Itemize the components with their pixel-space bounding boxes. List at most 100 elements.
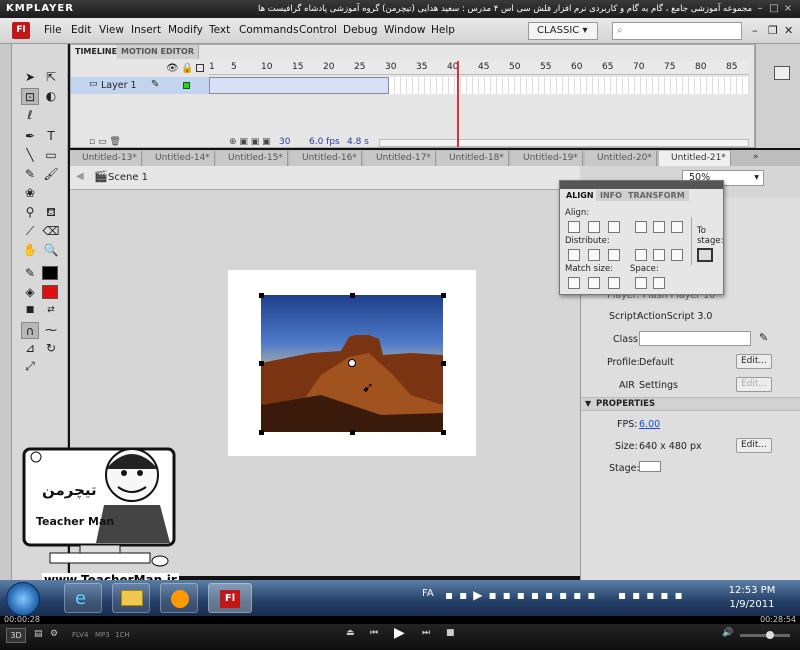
- layer-tween-frames[interactable]: [209, 77, 389, 94]
- transform-handle[interactable]: [259, 293, 264, 298]
- timeline-scrollbar[interactable]: [379, 139, 749, 147]
- 3d-button[interactable]: 3D: [6, 628, 26, 643]
- size-edit-button[interactable]: Edit...: [736, 438, 772, 453]
- fps-value[interactable]: 6.00: [639, 419, 660, 430]
- transform-handle[interactable]: [441, 361, 446, 366]
- volume-slider[interactable]: [740, 631, 790, 639]
- eject-icon[interactable]: ⏏: [346, 628, 355, 638]
- rectangle-tool-icon[interactable]: ▭: [42, 147, 60, 164]
- brush-tool-icon[interactable]: 🖌: [42, 166, 60, 183]
- doc-tab[interactable]: Untitled-15*: [216, 151, 288, 166]
- align-panel-titlebar[interactable]: [560, 181, 723, 189]
- align-bottom-icon[interactable]: [671, 221, 683, 233]
- menu-text[interactable]: Text: [209, 24, 230, 36]
- snap-to-objects-icon[interactable]: ∩: [21, 322, 39, 339]
- align-v-center-icon[interactable]: [653, 221, 665, 233]
- ie-icon[interactable]: e: [64, 583, 102, 613]
- doc-tab[interactable]: Untitled-13*: [70, 151, 142, 166]
- air-edit-button[interactable]: Edit...: [736, 377, 772, 392]
- volume-knob[interactable]: [766, 631, 774, 639]
- transform-handle[interactable]: [259, 430, 264, 435]
- library-icon[interactable]: [774, 66, 790, 80]
- tab-info[interactable]: INFO: [596, 190, 626, 201]
- match-height-icon[interactable]: [588, 277, 600, 289]
- stop-icon[interactable]: ■: [446, 628, 455, 638]
- new-layer-icon[interactable]: ▫ ▭ 🗑: [89, 137, 121, 147]
- outline-all-icon[interactable]: [196, 64, 204, 72]
- paint-bucket-tool-icon[interactable]: ⛾: [42, 204, 60, 221]
- eyedropper-tool-icon[interactable]: ⟋: [21, 223, 39, 240]
- playlist-icon[interactable]: ▤: [34, 629, 43, 639]
- maximize-icon[interactable]: □: [768, 3, 780, 15]
- transformation-point[interactable]: [348, 359, 356, 367]
- doc-tab[interactable]: Untitled-18*: [437, 151, 509, 166]
- tab-transform[interactable]: TRANSFORM: [624, 190, 689, 201]
- stage-color-swatch[interactable]: [639, 461, 661, 472]
- menu-debug[interactable]: Debug: [343, 24, 378, 36]
- transform-handle[interactable]: [441, 430, 446, 435]
- explorer-icon[interactable]: [112, 583, 150, 613]
- hand-tool-icon[interactable]: ✋: [21, 242, 39, 259]
- pencil-icon[interactable]: ✎: [759, 331, 768, 344]
- minimize-icon[interactable]: –: [752, 24, 758, 37]
- menu-insert[interactable]: Insert: [131, 24, 161, 36]
- line-tool-icon[interactable]: ╲: [21, 147, 39, 164]
- menu-commands[interactable]: Commands: [239, 24, 298, 36]
- restore-icon[interactable]: ❐: [768, 24, 778, 37]
- media-player-icon[interactable]: [160, 583, 198, 613]
- match-width-height-icon[interactable]: [608, 277, 620, 289]
- close-icon[interactable]: ✕: [784, 24, 793, 37]
- profile-edit-button[interactable]: Edit...: [736, 354, 772, 369]
- lasso-tool-icon[interactable]: ℓ: [21, 107, 39, 124]
- distribute-v-center-icon[interactable]: [588, 249, 600, 261]
- layer-row[interactable]: ▭ Layer 1 ✎: [71, 77, 209, 94]
- space-evenly-h-icon[interactable]: [653, 277, 665, 289]
- zoom-tool-icon[interactable]: 🔍: [42, 242, 60, 259]
- transform-handle[interactable]: [350, 293, 355, 298]
- stroke-color-icon[interactable]: ✎: [21, 265, 39, 282]
- align-h-center-icon[interactable]: [588, 221, 600, 233]
- tab-align[interactable]: ALIGN: [562, 190, 598, 201]
- doc-tab[interactable]: Untitled-14*: [143, 151, 215, 166]
- fill-color-icon[interactable]: ◈: [21, 284, 39, 301]
- distribute-h-center-icon[interactable]: [653, 249, 665, 261]
- search-input[interactable]: ⌕: [612, 22, 742, 40]
- pencil-tool-icon[interactable]: ✎: [21, 166, 39, 183]
- properties-section-header[interactable]: ▼ PROPERTIES: [581, 397, 800, 411]
- workspace-switcher[interactable]: CLASSIC ▾: [528, 22, 598, 40]
- space-evenly-v-icon[interactable]: [635, 277, 647, 289]
- transform-handle[interactable]: [259, 361, 264, 366]
- deco-tool-icon[interactable]: ❀: [21, 185, 39, 202]
- match-width-icon[interactable]: [568, 277, 580, 289]
- fill-color-swatch[interactable]: [42, 285, 58, 299]
- rotate-icon[interactable]: ↻: [42, 340, 60, 357]
- scale-icon[interactable]: ⤢: [21, 358, 39, 375]
- swap-colors-icon[interactable]: ⇄: [42, 302, 60, 319]
- tray-icons-2[interactable]: ▪▪▪▪▪: [618, 588, 689, 602]
- seek-bar[interactable]: 00:00:28 00:28:54: [0, 615, 800, 624]
- panel-collapse-strip[interactable]: [0, 44, 12, 580]
- menu-modify[interactable]: Modify: [168, 24, 203, 36]
- show-hide-all-icon[interactable]: 👁: [166, 63, 179, 74]
- menu-view[interactable]: View: [99, 24, 124, 36]
- free-transform-tool-icon[interactable]: ⊡: [21, 88, 39, 105]
- transform-handle[interactable]: [350, 430, 355, 435]
- previous-icon[interactable]: ⏮: [370, 628, 378, 638]
- play-icon[interactable]: ▶: [394, 625, 405, 641]
- volume-icon[interactable]: 🔊: [722, 628, 733, 638]
- doc-tab[interactable]: Untitled-20*: [585, 151, 657, 166]
- to-stage-toggle[interactable]: [697, 248, 713, 262]
- tab-motion-editor[interactable]: MOTION EDITOR: [117, 45, 199, 59]
- distribute-right-icon[interactable]: [671, 249, 683, 261]
- menu-control[interactable]: Control: [299, 24, 337, 36]
- doc-tab-active[interactable]: Untitled-21*: [659, 151, 731, 166]
- frame-ruler[interactable]: 1 5 10 15 20 25 30 35 40 45 50 55 60 65 …: [209, 61, 749, 75]
- close-icon[interactable]: ×: [782, 3, 794, 15]
- doc-tab[interactable]: Untitled-19*: [511, 151, 583, 166]
- class-field[interactable]: [639, 331, 751, 346]
- flash-taskbar-button[interactable]: Fl: [208, 583, 252, 613]
- default-colors-icon[interactable]: ■: [21, 302, 39, 319]
- smooth-icon[interactable]: ⁓: [42, 322, 60, 339]
- selection-tool-icon[interactable]: ➤: [21, 69, 39, 86]
- distribute-left-icon[interactable]: [635, 249, 647, 261]
